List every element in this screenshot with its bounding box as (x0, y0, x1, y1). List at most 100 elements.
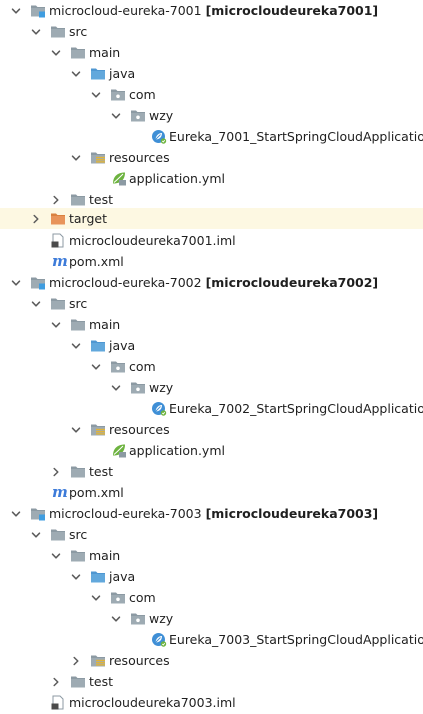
tree-node-label: resources (109, 150, 170, 165)
tree-node-java[interactable]: java (0, 335, 423, 356)
chevron-right-icon[interactable] (30, 208, 42, 229)
chevron-down-icon[interactable] (10, 0, 22, 21)
tree-node-resources[interactable]: resources (0, 419, 423, 440)
tree-node-test[interactable]: test (0, 461, 423, 482)
chevron-down-icon[interactable] (90, 84, 102, 105)
chevron-down-icon[interactable] (50, 42, 62, 63)
tree-node-src[interactable]: src (0, 293, 423, 314)
tree-node-label: Eureka_7003_StartSpringCloudApplication (169, 632, 423, 647)
chevron-down-icon[interactable] (70, 419, 82, 440)
tree-node-label: test (89, 674, 114, 689)
tree-node-module-7003[interactable]: microcloud-eureka-7003 [microcloudeureka… (0, 503, 423, 524)
resources-folder-icon (90, 653, 106, 668)
chevron-down-icon[interactable] (90, 356, 102, 377)
tree-node-main[interactable]: main (0, 42, 423, 63)
folder-icon (70, 548, 86, 563)
tree-node-com[interactable]: com (0, 587, 423, 608)
chevron-down-icon[interactable] (30, 524, 42, 545)
tree-node-label: pom.xml (69, 485, 124, 500)
tree-node-app-class[interactable]: Eureka_7002_StartSpringCloudApplication (0, 398, 423, 419)
chevron-down-icon[interactable] (70, 335, 82, 356)
tree-node-src[interactable]: src (0, 524, 423, 545)
tree-node-label: Eureka_7001_StartSpringCloudApplication (169, 129, 423, 144)
tree-node-wzy[interactable]: wzy (0, 377, 423, 398)
tree-node-label: application.yml (129, 443, 225, 458)
tree-node-label: pom.xml (69, 254, 124, 269)
chevron-down-icon[interactable] (70, 566, 82, 587)
tree-node-module-7001[interactable]: microcloud-eureka-7001 [microcloudeureka… (0, 0, 423, 21)
tree-node-label: main (89, 45, 121, 60)
module-id: [microcloudeureka7002] (205, 275, 379, 290)
tree-node-label: wzy (149, 380, 174, 395)
tree-node-pom[interactable]: m pom.xml (0, 482, 423, 503)
package-icon (110, 87, 126, 102)
tree-node-java[interactable]: java (0, 566, 423, 587)
module-folder-icon (30, 506, 46, 521)
tree-node-java[interactable]: java (0, 63, 423, 84)
tree-node-resources[interactable]: resources (0, 147, 423, 168)
chevron-right-icon[interactable] (50, 671, 62, 692)
chevron-down-icon[interactable] (10, 272, 22, 293)
tree-node-test[interactable]: test (0, 189, 423, 210)
resources-folder-icon (90, 150, 106, 165)
chevron-right-icon[interactable] (70, 650, 82, 671)
spring-boot-class-icon (151, 632, 167, 647)
tree-node-yml[interactable]: application.yml (0, 440, 423, 461)
chevron-down-icon[interactable] (50, 545, 62, 566)
maven-pom-icon: m (52, 252, 68, 270)
module-name: microcloud-eureka-7001 (49, 3, 202, 18)
tree-node-pom[interactable]: m pom.xml (0, 251, 423, 272)
tree-node-app-class[interactable]: Eureka_7003_StartSpringCloudApplication (0, 629, 423, 650)
tree-node-src[interactable]: src (0, 21, 423, 42)
chevron-right-icon[interactable] (50, 189, 62, 210)
tree-node-main[interactable]: main (0, 314, 423, 335)
folder-icon (70, 464, 86, 479)
maven-pom-icon: m (52, 483, 68, 501)
folder-icon (70, 192, 86, 207)
folder-icon (50, 527, 66, 542)
source-folder-icon (90, 569, 106, 584)
module-id: [microcloudeureka7003] (205, 506, 379, 521)
tree-node-yml[interactable]: application.yml (0, 168, 423, 189)
folder-icon (50, 296, 66, 311)
chevron-right-icon[interactable] (50, 461, 62, 482)
chevron-down-icon[interactable] (30, 21, 42, 42)
tree-node-label: main (89, 317, 121, 332)
chevron-down-icon[interactable] (70, 147, 82, 168)
tree-node-com[interactable]: com (0, 84, 423, 105)
tree-node-iml[interactable]: microcloudeureka7001.iml (0, 230, 423, 251)
module-name: microcloud-eureka-7003 (49, 506, 202, 521)
chevron-down-icon[interactable] (70, 63, 82, 84)
tree-node-label: java (109, 338, 136, 353)
chevron-down-icon[interactable] (50, 314, 62, 335)
iml-file-icon (50, 233, 66, 248)
tree-node-target[interactable]: target (0, 208, 423, 229)
tree-node-resources[interactable]: resources (0, 650, 423, 671)
spring-boot-class-icon (151, 129, 167, 144)
chevron-down-icon[interactable] (110, 377, 122, 398)
tree-node-module-7002[interactable]: microcloud-eureka-7002 [microcloudeureka… (0, 272, 423, 293)
chevron-down-icon[interactable] (10, 503, 22, 524)
tree-node-iml[interactable]: microcloudeureka7003.iml (0, 692, 423, 713)
folder-icon (70, 674, 86, 689)
tree-node-com[interactable]: com (0, 356, 423, 377)
tree-node-label: com (129, 87, 156, 102)
tree-node-main[interactable]: main (0, 545, 423, 566)
module-id: [microcloudeureka7001] (205, 3, 379, 18)
tree-node-label: wzy (149, 611, 174, 626)
module-name: microcloud-eureka-7002 (49, 275, 202, 290)
chevron-down-icon[interactable] (90, 587, 102, 608)
folder-icon (50, 24, 66, 39)
chevron-down-icon[interactable] (110, 105, 122, 126)
tree-node-wzy[interactable]: wzy (0, 608, 423, 629)
tree-node-app-class[interactable]: Eureka_7001_StartSpringCloudApplication (0, 126, 423, 147)
chevron-down-icon[interactable] (30, 293, 42, 314)
source-folder-icon (90, 338, 106, 353)
folder-icon (70, 317, 86, 332)
source-folder-icon (90, 66, 106, 81)
tree-node-test[interactable]: test (0, 671, 423, 692)
tree-node-label: microcloudeureka7001.iml (69, 233, 236, 248)
tree-node-label: test (89, 192, 114, 207)
tree-node-wzy[interactable]: wzy (0, 105, 423, 126)
chevron-down-icon[interactable] (110, 608, 122, 629)
